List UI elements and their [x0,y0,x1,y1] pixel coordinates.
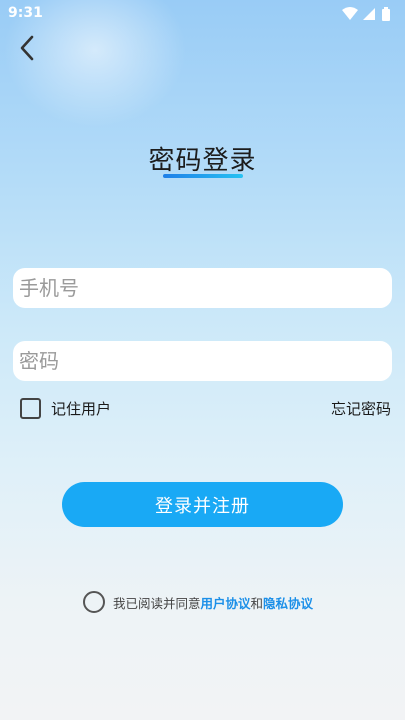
status-icons [341,6,397,22]
page-title: 密码登录 [148,146,257,176]
user-agreement-link[interactable]: 用户协议 [201,596,251,611]
phone-input[interactable] [13,268,392,308]
battery-icon [382,7,390,21]
signal-icon [363,8,375,20]
password-input[interactable] [13,341,392,381]
remember-user-checkbox[interactable] [20,397,41,419]
agreement-conjunction: 和 [250,595,264,611]
remember-user-toggle[interactable]: 记住用户 [20,397,111,419]
title-underline [163,174,243,178]
status-time: 9:31 [8,5,43,21]
status-bar: 9:31 [0,0,405,28]
privacy-agreement-link[interactable]: 隐私协议 [263,596,313,611]
forgot-password-link[interactable]: 忘记密码 [331,398,391,419]
chevron-left-icon [20,35,34,61]
back-button[interactable] [14,34,42,62]
agreement-row: 我已阅读并同意用户协议和隐私协议 [83,590,313,614]
wifi-icon [342,7,358,20]
agreement-text: 我已阅读并同意用户协议和隐私协议 [113,593,313,612]
agreement-prefix: 我已阅读并同意 [113,595,201,611]
login-register-button[interactable]: 登录并注册 [62,482,343,527]
agreement-radio[interactable] [83,591,105,613]
remember-user-label: 记住用户 [51,399,112,418]
